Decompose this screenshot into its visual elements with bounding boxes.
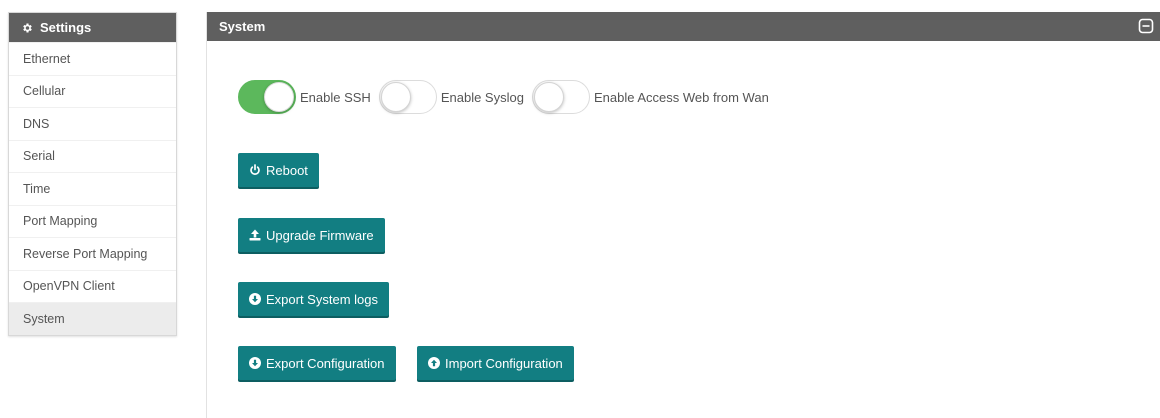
ssh-toggle-group[interactable]: Enable SSH — [238, 80, 371, 114]
ssh-toggle-label: Enable SSH — [300, 89, 371, 105]
reboot-button[interactable]: Reboot — [238, 153, 319, 187]
upgrade-firmware-button-label: Upgrade Firmware — [266, 227, 374, 243]
toggle-knob — [380, 82, 411, 112]
export-configuration-button-label: Export Configuration — [266, 355, 385, 371]
sidebar-item-system[interactable]: System — [9, 302, 176, 335]
sidebar-item-label: Cellular — [23, 84, 66, 99]
download-circle-icon — [249, 357, 261, 369]
toggle-knob — [533, 82, 564, 112]
panel-title: System — [219, 19, 266, 34]
sidebar-item-label: System — [23, 311, 65, 326]
download-circle-icon — [249, 293, 261, 305]
wan-access-toggle-label: Enable Access Web from Wan — [593, 89, 769, 105]
wan-access-toggle-group[interactable]: Enable Access Web from Wan — [531, 80, 769, 114]
upload-icon — [249, 229, 261, 241]
toggle-knob — [264, 82, 294, 112]
system-panel: System Enable SSH Enable Syslog Enable A… — [206, 12, 1160, 418]
gear-icon — [21, 22, 33, 34]
sidebar-item-label: Time — [23, 181, 51, 196]
export-system-logs-button[interactable]: Export System logs — [238, 282, 389, 316]
toggle-row: Enable SSH Enable Syslog Enable Access W… — [238, 80, 777, 114]
upgrade-firmware-button[interactable]: Upgrade Firmware — [238, 218, 385, 252]
sidebar-item-time[interactable]: Time — [9, 172, 176, 205]
sidebar-item-port-mapping[interactable]: Port Mapping — [9, 204, 176, 238]
sidebar-item-cellular[interactable]: Cellular — [9, 74, 176, 108]
sidebar-item-reverse-port-mapping[interactable]: Reverse Port Mapping — [9, 237, 176, 270]
syslog-toggle-label: Enable Syslog — [440, 89, 524, 105]
power-icon — [249, 164, 261, 176]
sidebar-item-label: Serial — [23, 149, 55, 164]
sidebar-item-label: OpenVPN Client — [23, 279, 115, 294]
import-configuration-button[interactable]: Import Configuration — [417, 346, 574, 380]
sidebar-title: Settings — [40, 20, 92, 35]
upload-circle-icon — [428, 357, 440, 369]
panel-header: System — [207, 12, 1160, 41]
ssh-toggle-switch[interactable] — [238, 80, 296, 114]
sidebar-item-serial[interactable]: Serial — [9, 139, 176, 173]
syslog-toggle-switch[interactable] — [378, 80, 437, 114]
sidebar-item-label: Port Mapping — [23, 214, 98, 229]
minus-square-icon[interactable] — [1138, 18, 1154, 34]
syslog-toggle-group[interactable]: Enable Syslog — [378, 80, 524, 114]
export-system-logs-button-label: Export System logs — [266, 291, 378, 307]
sidebar-item-label: Ethernet — [23, 51, 71, 66]
reboot-button-label: Reboot — [266, 162, 308, 178]
sidebar-header: Settings — [9, 13, 176, 42]
sidebar-item-label: Reverse Port Mapping — [23, 246, 148, 261]
sidebar-item-ethernet[interactable]: Ethernet — [9, 42, 176, 75]
import-configuration-button-label: Import Configuration — [445, 355, 563, 371]
wan-access-toggle-switch[interactable] — [531, 80, 590, 114]
sidebar-item-openvpn-client[interactable]: OpenVPN Client — [9, 269, 176, 303]
sidebar-item-label: DNS — [23, 116, 50, 131]
export-configuration-button[interactable]: Export Configuration — [238, 346, 396, 380]
sidebar-item-dns[interactable]: DNS — [9, 107, 176, 140]
settings-sidebar: Settings Ethernet Cellular DNS Serial Ti… — [8, 12, 177, 336]
